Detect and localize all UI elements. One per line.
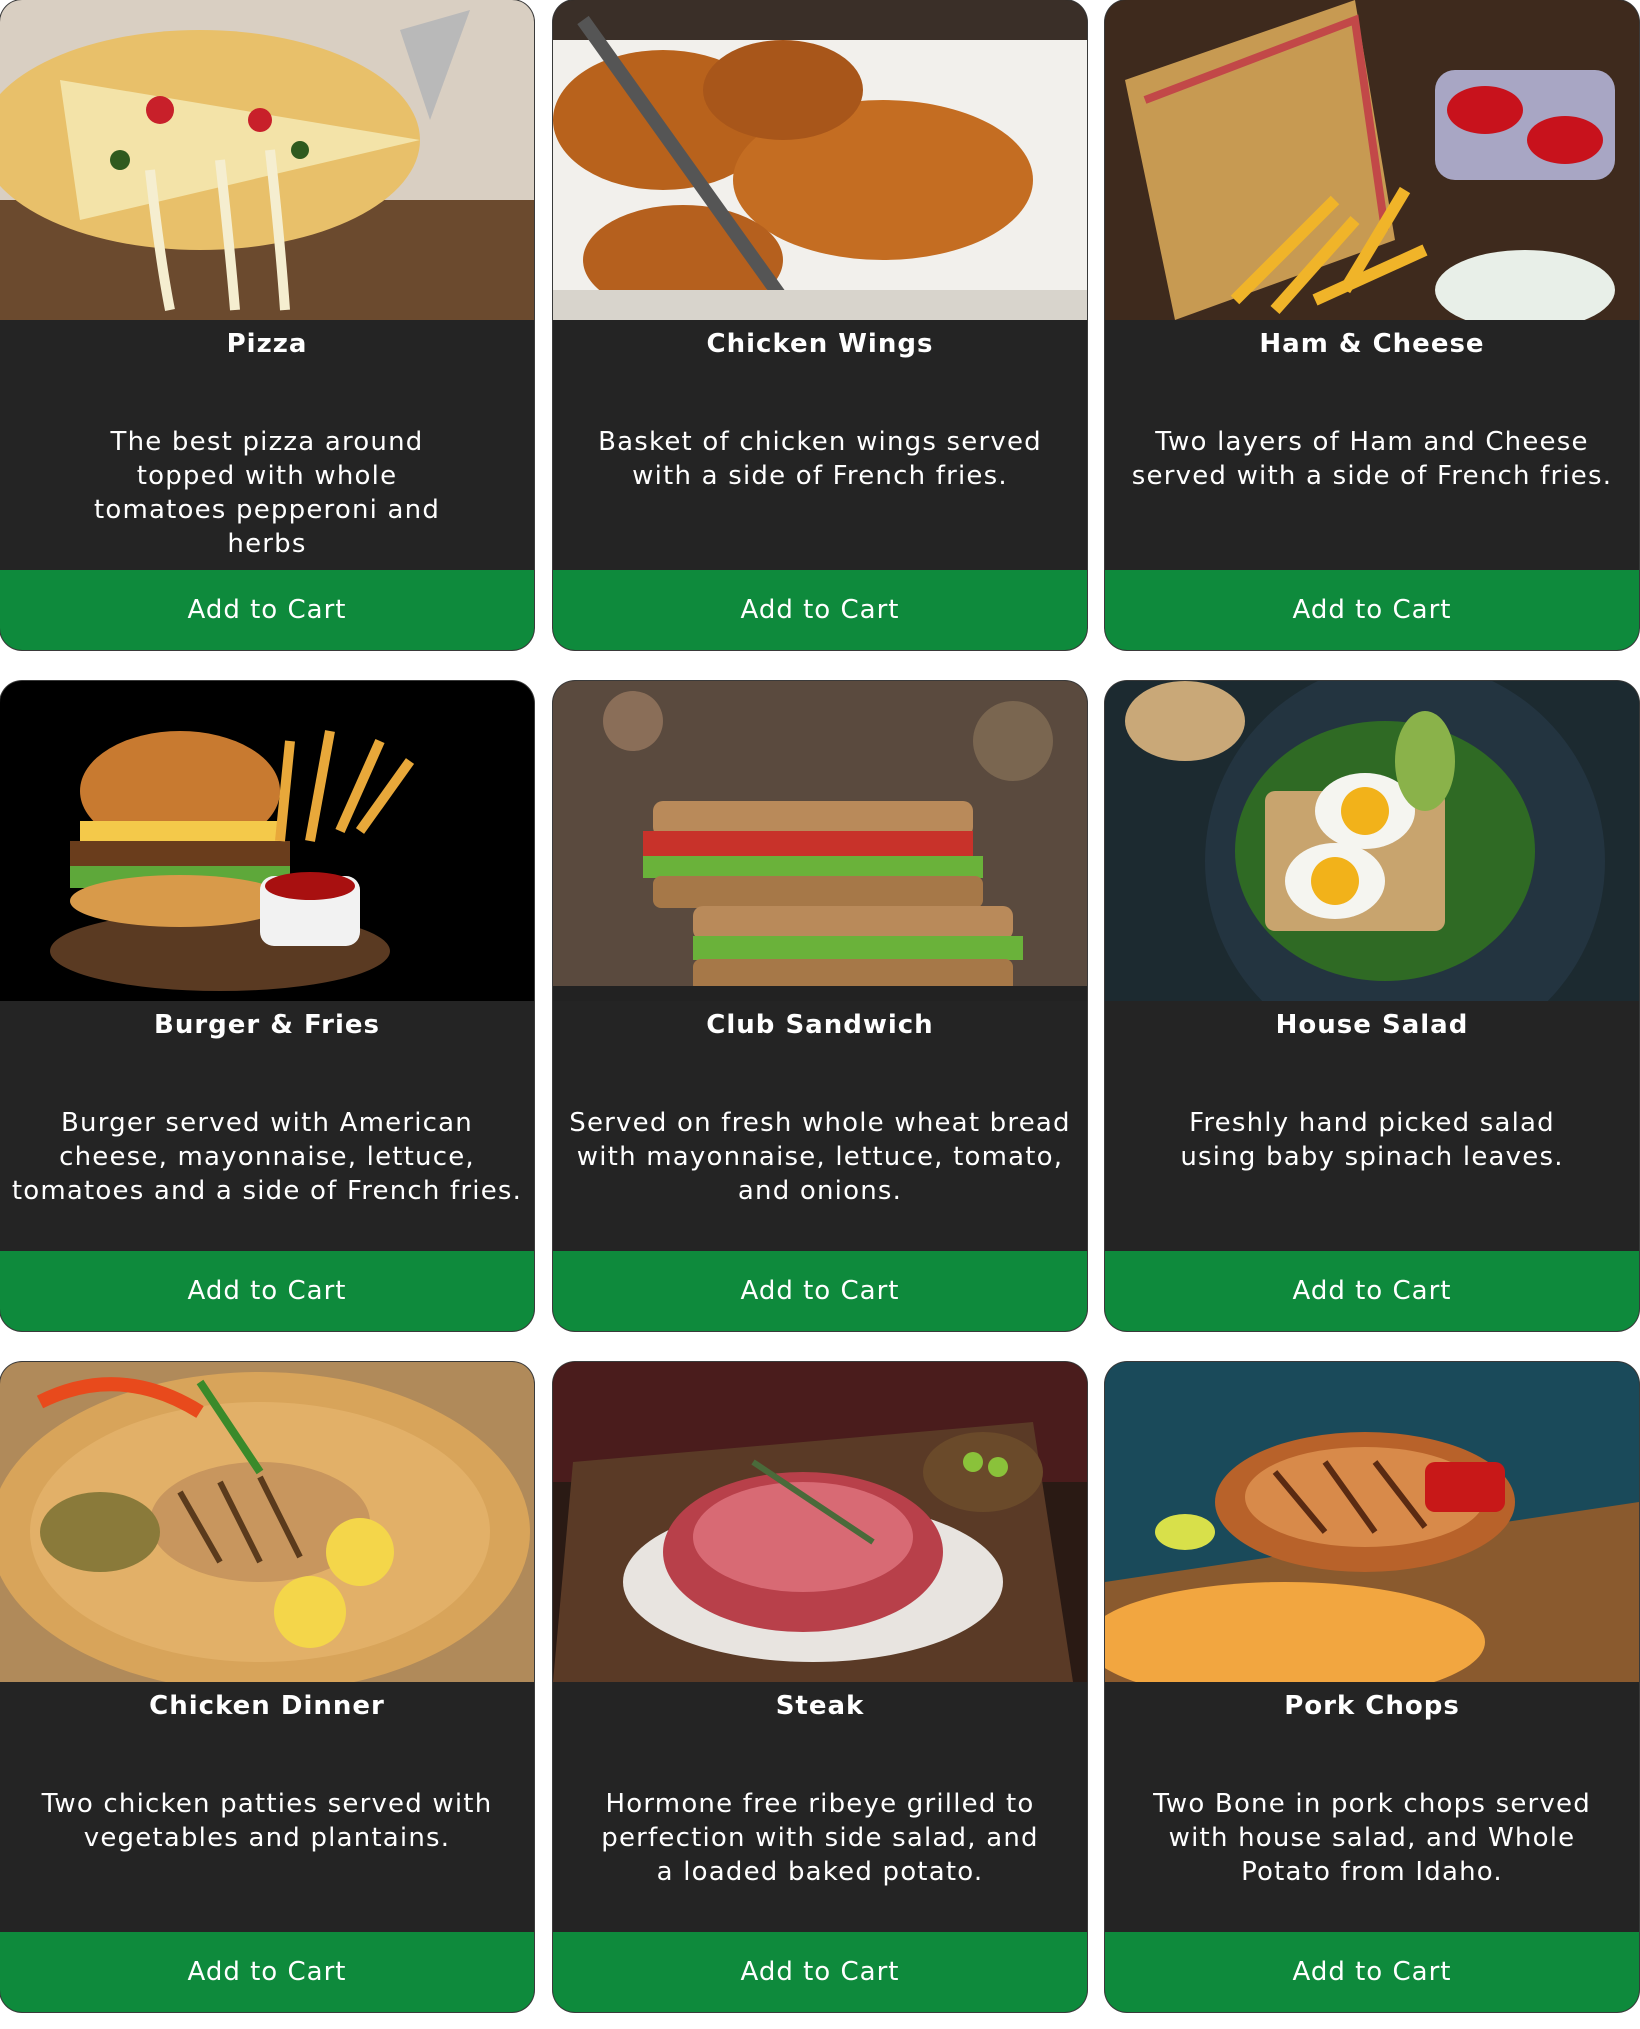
- pizza-photo: [0, 0, 534, 320]
- menu-card-pizza: Pizza The best pizza around topped with …: [0, 0, 534, 650]
- menu-card-chicken-wings: Chicken Wings Basket of chicken wings se…: [553, 0, 1087, 650]
- item-title: House Salad: [1275, 1010, 1469, 1040]
- menu-card-chicken-dinner: Chicken Dinner Two chicken patties serve…: [0, 1362, 534, 2012]
- item-description: Burger served with American cheese, mayo…: [11, 1108, 523, 1206]
- item-description: The best pizza around topped with whole …: [93, 427, 441, 559]
- item-title: Chicken Dinner: [149, 1691, 385, 1721]
- add-to-cart-button[interactable]: Add to Cart: [1105, 1251, 1639, 1331]
- menu-card-steak: Steak Hormone free ribeye grilled to per…: [553, 1362, 1087, 2012]
- add-to-cart-button[interactable]: Add to Cart: [553, 1251, 1087, 1331]
- item-title: Steak: [775, 1691, 865, 1721]
- item-title: Pizza: [226, 329, 308, 359]
- menu-card-club-sandwich: Club Sandwich Served on fresh whole whea…: [553, 681, 1087, 1331]
- add-to-cart-button[interactable]: Add to Cart: [0, 1251, 534, 1331]
- menu-card-burger-fries: Burger & Fries Burger served with Americ…: [0, 681, 534, 1331]
- menu-card-house-salad: House Salad Freshly hand picked salad us…: [1105, 681, 1639, 1331]
- add-to-cart-button[interactable]: Add to Cart: [553, 570, 1087, 650]
- item-description: Two layers of Ham and Cheese served with…: [1131, 427, 1613, 491]
- house-salad-photo: [1105, 681, 1639, 1001]
- item-description: Freshly hand picked salad using baby spi…: [1180, 1108, 1564, 1172]
- burger-fries-photo: [0, 681, 534, 1001]
- pork-chops-photo: [1105, 1362, 1639, 1682]
- item-title: Ham & Cheese: [1259, 329, 1485, 359]
- menu-grid: Pizza The best pizza around topped with …: [0, 0, 1640, 2029]
- club-sandwich-photo: [553, 681, 1087, 1001]
- item-title: Pork Chops: [1284, 1691, 1460, 1721]
- chicken-dinner-photo: [0, 1362, 534, 1682]
- ham-cheese-photo: [1105, 0, 1639, 320]
- chicken-wings-photo: [553, 0, 1087, 320]
- item-description: Served on fresh whole wheat bread with m…: [569, 1108, 1071, 1206]
- menu-card-ham-cheese: Ham & Cheese Two layers of Ham and Chees…: [1105, 0, 1639, 650]
- add-to-cart-button[interactable]: Add to Cart: [0, 1932, 534, 2012]
- item-description: Two Bone in pork chops served with house…: [1153, 1789, 1591, 1887]
- add-to-cart-button[interactable]: Add to Cart: [1105, 1932, 1639, 2012]
- item-description: Basket of chicken wings served with a si…: [598, 427, 1042, 491]
- steak-photo: [553, 1362, 1087, 1682]
- add-to-cart-button[interactable]: Add to Cart: [0, 570, 534, 650]
- item-title: Chicken Wings: [706, 329, 934, 359]
- add-to-cart-button[interactable]: Add to Cart: [553, 1932, 1087, 2012]
- item-title: Club Sandwich: [706, 1010, 934, 1040]
- item-description: Two chicken patties served with vegetabl…: [41, 1789, 493, 1853]
- item-description: Hormone free ribeye grilled to perfectio…: [601, 1789, 1039, 1887]
- item-title: Burger & Fries: [154, 1010, 380, 1040]
- add-to-cart-button[interactable]: Add to Cart: [1105, 570, 1639, 650]
- menu-card-pork-chops: Pork Chops Two Bone in pork chops served…: [1105, 1362, 1639, 2012]
